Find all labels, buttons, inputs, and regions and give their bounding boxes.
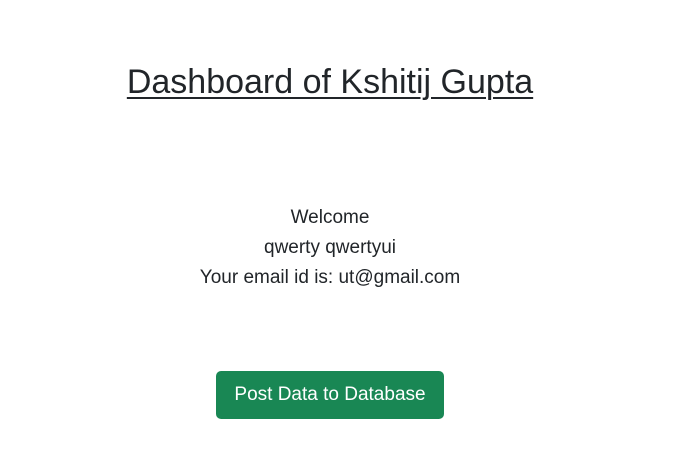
email-line: Your email id is: ut@gmail.com [199,267,461,288]
post-data-button[interactable]: Post Data to Database [216,371,444,419]
dashboard-page: Dashboard of Kshitij Gupta Welcome qwert… [0,0,678,471]
welcome-block: Welcome qwerty qwertyui Your email id is… [0,203,660,293]
welcome-label: Welcome [290,207,370,228]
user-name: qwerty qwertyui [264,237,396,258]
page-title: Dashboard of Kshitij Gupta [126,63,534,101]
